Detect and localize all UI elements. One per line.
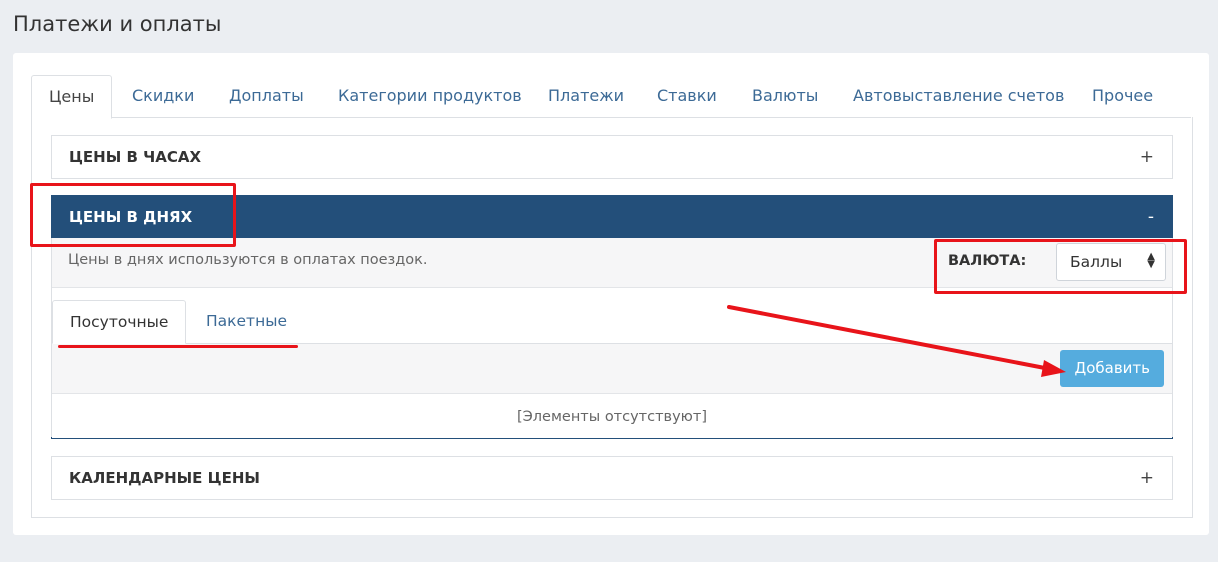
expand-icon[interactable]: + xyxy=(1140,136,1154,178)
panel-calendar-prices-header[interactable]: КАЛЕНДАРНЫЕ ЦЕНЫ + xyxy=(52,457,1172,499)
subtab-packages[interactable]: Пакетные xyxy=(206,300,287,342)
page-title: Платежи и оплаты xyxy=(13,12,222,36)
tab-rates[interactable]: Ставки xyxy=(657,75,717,117)
currency-select-value: Баллы xyxy=(1070,253,1123,271)
tab-payments[interactable]: Платежи xyxy=(548,75,624,117)
sort-arrows-icon: ▲ ▼ xyxy=(1147,251,1155,270)
toolbar: Добавить xyxy=(52,344,1172,394)
panel-calendar-prices: КАЛЕНДАРНЫЕ ЦЕНЫ + xyxy=(51,456,1173,500)
main-card: Цены Скидки Доплаты Категории продуктов … xyxy=(13,53,1209,535)
tab-surcharges[interactable]: Доплаты xyxy=(229,75,304,117)
info-row: Цены в днях используются в оплатах поезд… xyxy=(52,238,1172,288)
tab-prices[interactable]: Цены xyxy=(31,75,113,119)
tab-product-categories[interactable]: Категории продуктов xyxy=(338,75,522,117)
tab-content: ЦЕНЫ В ЧАСАХ + ЦЕНЫ В ДНЯХ - Цены в днях… xyxy=(31,117,1193,518)
collapse-icon[interactable]: - xyxy=(1148,196,1154,238)
subtabs: Посуточные Пакетные xyxy=(52,288,1172,344)
panel-prices-hours: ЦЕНЫ В ЧАСАХ + xyxy=(51,135,1173,179)
panel-prices-days-header[interactable]: ЦЕНЫ В ДНЯХ - xyxy=(52,196,1172,238)
tab-discounts[interactable]: Скидки xyxy=(132,75,194,117)
currency-select[interactable]: Баллы ▲ ▼ xyxy=(1056,243,1166,281)
expand-icon[interactable]: + xyxy=(1140,457,1154,499)
main-tabs: Цены Скидки Доплаты Категории продуктов … xyxy=(31,75,1191,119)
panel-prices-days: ЦЕНЫ В ДНЯХ - Цены в днях используются в… xyxy=(51,195,1173,439)
add-button[interactable]: Добавить xyxy=(1060,350,1164,387)
info-text: Цены в днях используются в оплатах поезд… xyxy=(68,252,428,268)
panel-title: КАЛЕНДАРНЫЕ ЦЕНЫ xyxy=(69,469,260,487)
subtab-daily[interactable]: Посуточные xyxy=(52,300,187,344)
tab-auto-invoicing[interactable]: Автовыставление счетов xyxy=(853,75,1064,117)
tab-currencies[interactable]: Валюты xyxy=(752,75,818,117)
tab-other[interactable]: Прочее xyxy=(1092,75,1153,117)
panel-title: ЦЕНЫ В ДНЯХ xyxy=(69,208,193,226)
empty-state: [Элементы отсутствуют] xyxy=(517,409,707,425)
panel-prices-days-body: Цены в днях используются в оплатах поезд… xyxy=(51,238,1173,437)
panel-title: ЦЕНЫ В ЧАСАХ xyxy=(69,148,202,166)
currency-label: ВАЛЮТА: xyxy=(948,253,1027,269)
panel-prices-hours-header[interactable]: ЦЕНЫ В ЧАСАХ + xyxy=(52,136,1172,178)
